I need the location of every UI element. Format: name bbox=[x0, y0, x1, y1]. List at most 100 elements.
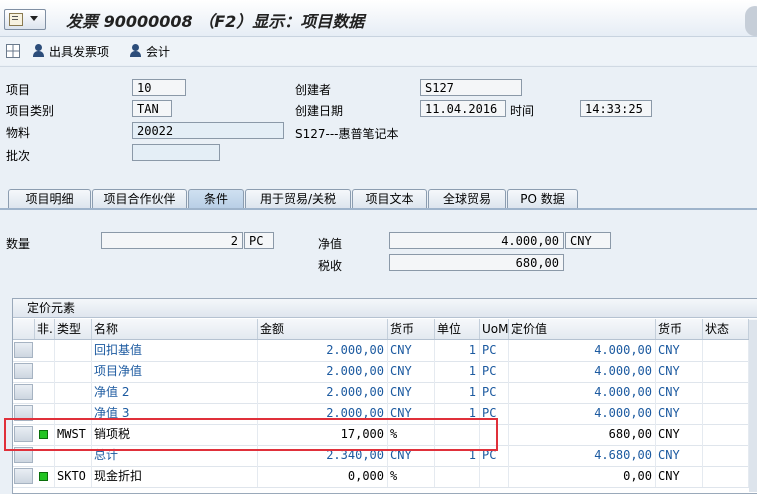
accounting-button[interactable]: 会计 bbox=[129, 42, 170, 60]
cell-type bbox=[55, 382, 92, 403]
cell-empty bbox=[703, 361, 749, 382]
issue-items-label: 出具发票项 bbox=[49, 44, 110, 59]
col-select[interactable] bbox=[13, 319, 35, 339]
person-icon bbox=[129, 44, 143, 58]
quantity-unit-field[interactable]: PC bbox=[244, 232, 274, 249]
pricing-table-header: 非. 类型 名称 金额 货币 单位 UoM 定价值 货币 状态 分 bbox=[13, 319, 757, 340]
cell-per: 1 bbox=[435, 361, 480, 382]
created-by-label: 创建者 bbox=[295, 83, 332, 97]
col-uom[interactable]: UoM bbox=[480, 319, 509, 339]
time-label: 时间 bbox=[510, 104, 535, 118]
highlight-box bbox=[4, 418, 498, 451]
tab-item-detail[interactable]: 项目明细 bbox=[8, 189, 91, 208]
cell-empty bbox=[35, 382, 55, 403]
item-category-field[interactable]: TAN bbox=[132, 100, 172, 117]
col-currency[interactable]: 货币 bbox=[388, 319, 435, 339]
system-menu-button[interactable] bbox=[4, 9, 46, 30]
tab-po-data[interactable]: PO 数据 bbox=[507, 189, 578, 208]
table-row[interactable]: 回扣基值 2.000,00 CNY 1 PC 4.000,00 CNY bbox=[13, 340, 757, 362]
cell-curr2: CNY bbox=[656, 403, 703, 424]
col-status[interactable]: 状态 bbox=[703, 319, 749, 339]
created-on-label: 创建日期 bbox=[295, 104, 344, 118]
created-by-field[interactable]: S127 bbox=[420, 79, 522, 96]
batch-label: 批次 bbox=[6, 149, 31, 163]
cell-curr: CNY bbox=[388, 340, 435, 361]
col-amount[interactable]: 金额 bbox=[258, 319, 388, 339]
row-selector[interactable] bbox=[14, 342, 33, 358]
cell-type: SKTO bbox=[55, 466, 92, 487]
table-row[interactable]: 净值 2 2.000,00 CNY 1 PC 4.000,00 CNY bbox=[13, 382, 757, 404]
cell-value: 4.000,00 bbox=[509, 340, 656, 361]
tab-trade-customs[interactable]: 用于贸易/关税 bbox=[245, 189, 351, 208]
cell-curr: CNY bbox=[388, 382, 435, 403]
grid-icon bbox=[6, 44, 20, 58]
row-selector[interactable] bbox=[14, 468, 33, 484]
overview-button[interactable] bbox=[6, 42, 20, 60]
row-selector[interactable] bbox=[14, 363, 33, 379]
row-selector[interactable] bbox=[14, 384, 33, 400]
cell-curr2: CNY bbox=[656, 445, 703, 466]
issue-items-button[interactable]: 出具发票项 bbox=[32, 42, 109, 60]
net-value-field[interactable]: 4.000,00 bbox=[389, 232, 564, 249]
cell-uom bbox=[480, 466, 509, 487]
cell-value: 4.000,00 bbox=[509, 403, 656, 424]
cell-amount: 2.000,00 bbox=[258, 382, 388, 403]
cell-value: 4.680,00 bbox=[509, 445, 656, 466]
material-description: S127---惠普笔记本 bbox=[295, 127, 399, 141]
cell-name: 净值 2 bbox=[92, 382, 258, 403]
menu-icon bbox=[9, 13, 23, 26]
cell-empty bbox=[703, 424, 749, 445]
col-inactive[interactable]: 非. bbox=[35, 319, 55, 339]
cell-empty bbox=[703, 445, 749, 466]
cell-name: 现金折扣 bbox=[92, 466, 258, 487]
cell-type bbox=[55, 340, 92, 361]
cell-empty bbox=[703, 466, 749, 487]
title-bar: 发票 90000008 （F2）显示：项目数据 bbox=[0, 0, 757, 37]
cell-curr2: CNY bbox=[656, 466, 703, 487]
col-per-unit[interactable]: 单位 bbox=[435, 319, 480, 339]
tab-item-partners[interactable]: 项目合作伙伴 bbox=[92, 189, 187, 208]
cell-uom: PC bbox=[480, 361, 509, 382]
col-name[interactable]: 名称 bbox=[92, 319, 258, 339]
col-type[interactable]: 类型 bbox=[55, 319, 92, 339]
title-scroll-handle[interactable] bbox=[745, 6, 757, 36]
accounting-label: 会计 bbox=[146, 44, 171, 59]
cell-value: 4.000,00 bbox=[509, 382, 656, 403]
cell-empty bbox=[703, 340, 749, 361]
tab-item-texts[interactable]: 项目文本 bbox=[352, 189, 427, 208]
tab-conditions[interactable]: 条件 bbox=[188, 189, 244, 208]
cell-amount: 2.000,00 bbox=[258, 340, 388, 361]
cell-empty bbox=[35, 340, 55, 361]
tax-field[interactable]: 680,00 bbox=[389, 254, 564, 271]
batch-field[interactable] bbox=[132, 144, 220, 161]
cell-curr: % bbox=[388, 466, 435, 487]
material-label: 物料 bbox=[6, 126, 31, 140]
cell-empty bbox=[703, 382, 749, 403]
table-row[interactable]: SKTO 现金折扣 0,000% 0,00 CNY bbox=[13, 466, 757, 488]
cell-uom: PC bbox=[480, 340, 509, 361]
cell-uom: PC bbox=[480, 382, 509, 403]
net-currency-field[interactable]: CNY bbox=[565, 232, 611, 249]
vertical-scrollbar[interactable] bbox=[749, 320, 757, 492]
cell-empty bbox=[35, 361, 55, 382]
col-currency-2[interactable]: 货币 bbox=[656, 319, 703, 339]
item-field[interactable]: 10 bbox=[132, 79, 186, 96]
table-row[interactable]: 项目净值 2.000,00 CNY 1 PC 4.000,00 CNY bbox=[13, 361, 757, 383]
cell-name: 项目净值 bbox=[92, 361, 258, 382]
item-category-label: 项目类别 bbox=[6, 104, 55, 118]
created-on-field[interactable]: 11.04.2016 bbox=[420, 100, 506, 117]
cell-curr2: CNY bbox=[656, 424, 703, 445]
application-toolbar: 出具发票项 会计 bbox=[0, 37, 757, 65]
person-icon bbox=[32, 44, 46, 58]
cell-per bbox=[435, 466, 480, 487]
time-field[interactable]: 14:33:25 bbox=[580, 100, 652, 117]
col-condition-value[interactable]: 定价值 bbox=[509, 319, 656, 339]
material-field[interactable]: 20022 bbox=[132, 122, 284, 139]
pricing-elements-table: 定价元素 非. 类型 名称 金额 货币 单位 UoM 定价值 货币 状态 分 回… bbox=[12, 298, 757, 494]
cell-amount: 2.000,00 bbox=[258, 361, 388, 382]
cell-value: 4.000,00 bbox=[509, 361, 656, 382]
cell-curr: CNY bbox=[388, 361, 435, 382]
tab-global-trade[interactable]: 全球贸易 bbox=[428, 189, 506, 208]
pricing-table-title: 定价元素 bbox=[13, 299, 757, 318]
quantity-field[interactable]: 2 bbox=[101, 232, 243, 249]
